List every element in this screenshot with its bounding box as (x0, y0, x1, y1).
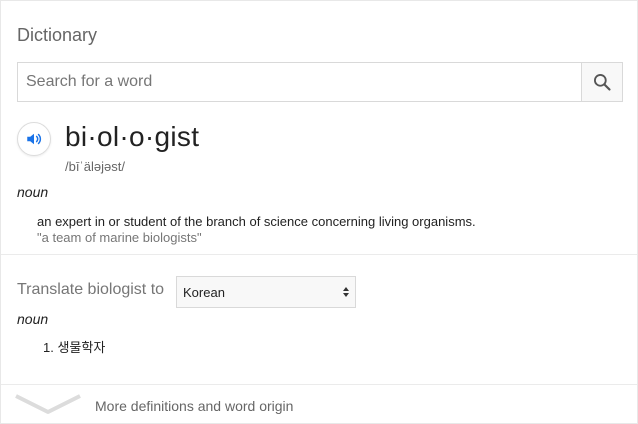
search-icon (594, 74, 611, 91)
translation-part-of-speech: noun (17, 311, 49, 327)
section-divider (1, 254, 637, 255)
more-definitions-link[interactable]: More definitions and word origin (1, 385, 637, 424)
translate-label: Translate biologist to (17, 281, 165, 298)
updown-arrows-icon (343, 287, 349, 297)
part-of-speech: noun (17, 184, 49, 200)
pronunciation-audio-button[interactable] (17, 122, 51, 156)
example-sentence: "a team of marine biologists" (37, 230, 202, 245)
search-box (17, 62, 623, 102)
card-title: Dictionary (17, 25, 98, 45)
selected-language: Korean (183, 284, 225, 300)
definition-text: an expert in or student of the branch of… (37, 214, 476, 229)
dictionary-card: Dictionary bi·ol·o·gist /bīˈäləjəst/ nou… (0, 0, 638, 424)
headword: bi·ol·o·gist (65, 121, 200, 152)
search-input[interactable] (18, 63, 581, 101)
more-definitions-label: More definitions and word origin (95, 398, 294, 414)
chevron-down-icon (15, 394, 81, 414)
language-select[interactable]: Korean (176, 276, 356, 308)
translation-item: 1. 생물학자 (43, 340, 106, 355)
phonetic-spelling: /bīˈäləjəst/ (65, 159, 125, 174)
search-button[interactable] (581, 63, 622, 101)
speaker-icon (27, 133, 42, 145)
